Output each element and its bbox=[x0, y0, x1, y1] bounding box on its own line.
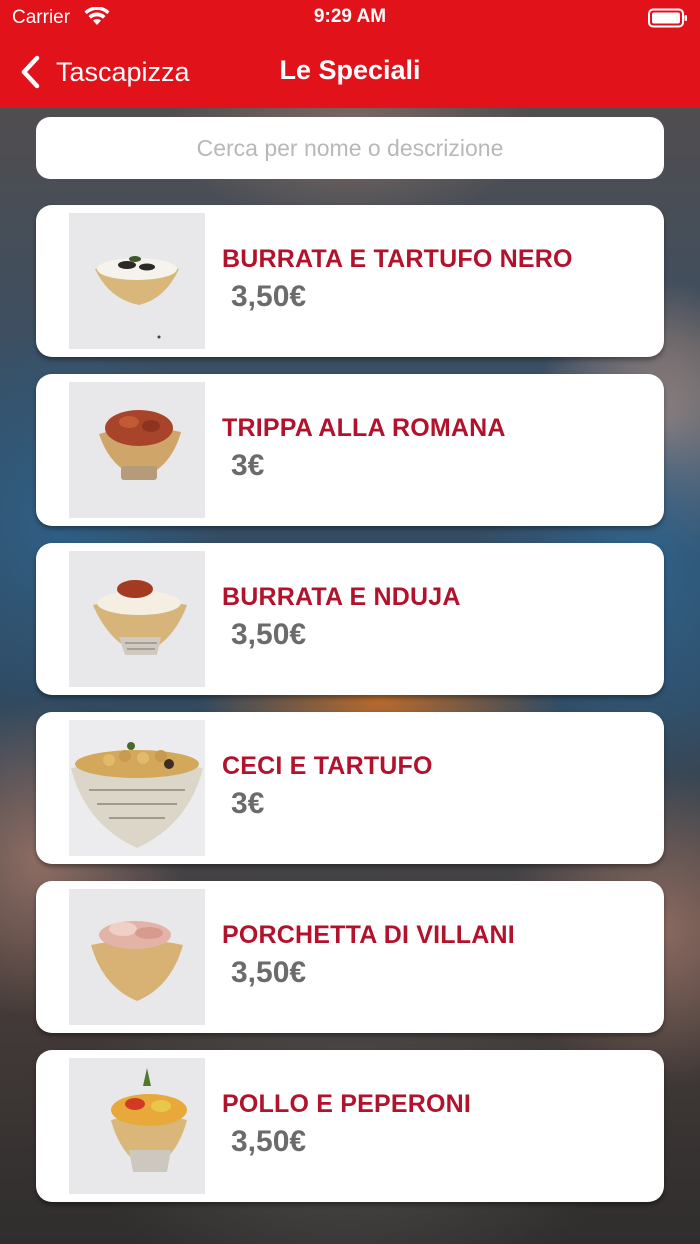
product-name: BURRATA E NDUJA bbox=[222, 583, 461, 611]
navigation-bar: Carrier 9:29 AM Tascapizza Le Speciali bbox=[0, 0, 700, 108]
product-list: BURRATA E TARTUFO NERO 3,50€ TRIPPA ALLA… bbox=[36, 205, 664, 1219]
product-name: PORCHETTA DI VILLANI bbox=[222, 921, 515, 949]
product-price: 3,50€ bbox=[231, 956, 307, 989]
product-name: CECI E TARTUFO bbox=[222, 752, 433, 780]
battery-icon bbox=[648, 8, 687, 28]
product-price: 3,50€ bbox=[231, 280, 307, 313]
search-bar bbox=[36, 117, 664, 179]
burrata-tartufo-photo bbox=[69, 213, 205, 349]
status-time: 9:29 AM bbox=[313, 6, 387, 27]
product-price: 3,50€ bbox=[231, 618, 307, 651]
ceci-tartufo-photo bbox=[69, 720, 205, 856]
product-card[interactable]: POLLO E PEPERONI 3,50€ bbox=[36, 1050, 664, 1202]
pollo-peperoni-photo bbox=[69, 1058, 205, 1194]
product-price: 3€ bbox=[231, 449, 265, 482]
product-price: 3,50€ bbox=[231, 1125, 307, 1158]
product-card[interactable]: PORCHETTA DI VILLANI 3,50€ bbox=[36, 881, 664, 1033]
product-price: 3€ bbox=[231, 787, 265, 820]
status-bar: Carrier 9:29 AM bbox=[0, 0, 700, 36]
porchetta-photo bbox=[69, 889, 205, 1025]
product-card[interactable]: TRIPPA ALLA ROMANA 3€ bbox=[36, 374, 664, 526]
product-name: POLLO E PEPERONI bbox=[222, 1090, 472, 1118]
search-input[interactable] bbox=[36, 117, 664, 179]
product-name: TRIPPA ALLA ROMANA bbox=[222, 414, 506, 442]
product-name: BURRATA E TARTUFO NERO bbox=[222, 245, 573, 273]
trippa-photo bbox=[69, 382, 205, 518]
product-card[interactable]: BURRATA E TARTUFO NERO 3,50€ bbox=[36, 205, 664, 357]
burrata-nduja-photo bbox=[69, 551, 205, 687]
product-card[interactable]: CECI E TARTUFO 3€ bbox=[36, 712, 664, 864]
page-title: Le Speciali bbox=[279, 55, 421, 85]
product-card[interactable]: BURRATA E NDUJA 3,50€ bbox=[36, 543, 664, 695]
